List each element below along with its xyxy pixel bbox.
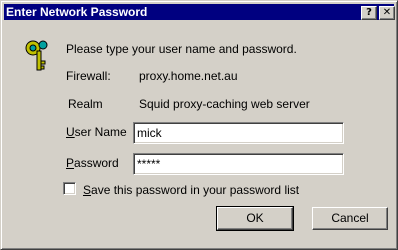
cancel-button[interactable]: Cancel	[312, 207, 388, 230]
password-label-text: assword	[74, 156, 119, 170]
network-password-dialog: Enter Network Password ? ✕ Please type y…	[0, 0, 398, 250]
user-name-label: User Name	[66, 125, 127, 139]
title-bar[interactable]: Enter Network Password ? ✕	[4, 4, 395, 20]
ok-button[interactable]: OK	[216, 206, 294, 231]
realm-value: Squid proxy-caching web server	[139, 97, 310, 111]
user-name-input[interactable]: mick	[133, 122, 344, 144]
window-title: Enter Network Password	[6, 5, 148, 19]
save-password-checkbox[interactable]	[63, 182, 76, 195]
help-icon: ?	[366, 7, 372, 18]
close-button[interactable]: ✕	[379, 6, 395, 20]
realm-label: Realm	[68, 97, 103, 111]
password-input[interactable]: *****	[133, 153, 344, 175]
password-hotkey: P	[66, 156, 75, 170]
key-icon	[25, 40, 48, 71]
save-password-label-text: ave this password in your password list	[91, 183, 300, 197]
user-name-label-text: ser Name	[74, 125, 127, 139]
user-name-hotkey: U	[66, 125, 75, 139]
firewall-label: Firewall:	[66, 69, 111, 83]
close-icon: ✕	[382, 7, 392, 18]
prompt-text: Please type your user name and password.	[66, 42, 297, 56]
save-password-hotkey: S	[83, 183, 92, 197]
help-button[interactable]: ?	[361, 6, 377, 20]
firewall-value: proxy.home.net.au	[139, 69, 238, 83]
save-password-label[interactable]: Save this password in your password list	[83, 183, 299, 197]
password-label: Password	[66, 156, 119, 170]
